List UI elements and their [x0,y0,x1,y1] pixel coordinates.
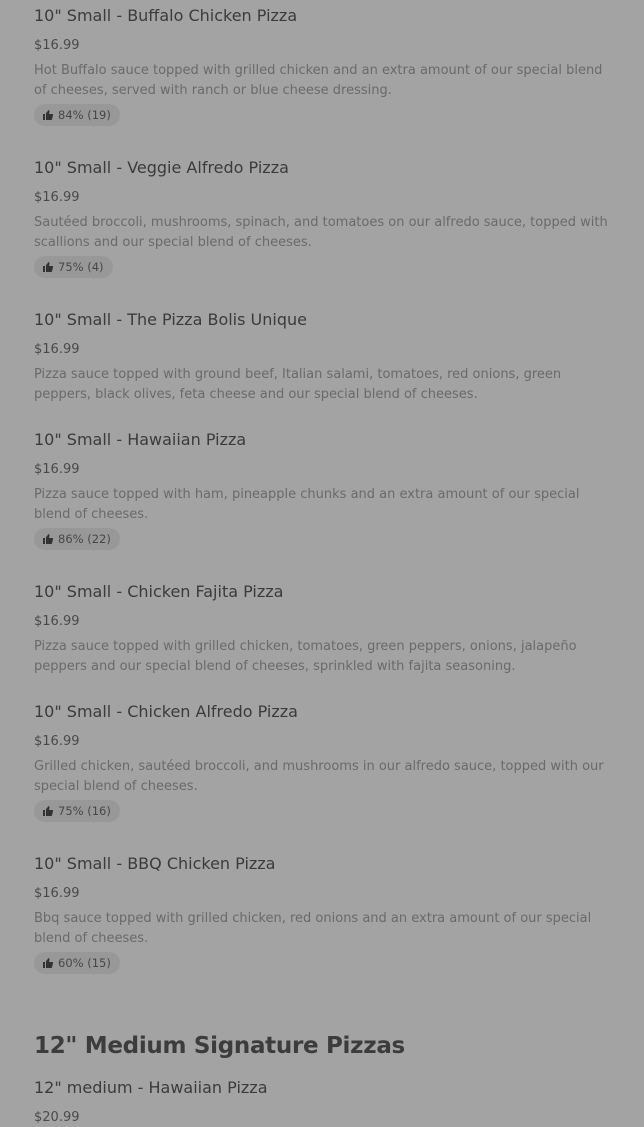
thumbs-up-icon [43,262,54,272]
item-description: Bbq sauce topped with grilled chicken, r… [34,911,592,946]
item-price: $16.99 [34,734,80,749]
item-name: 12" medium - Hawaiian Pizza [34,1078,268,1097]
item-description: Pizza sauce topped with grilled chicken,… [34,639,577,674]
item-price: $16.99 [34,886,80,901]
item-price: $16.99 [34,190,80,205]
rating-text: 86% (22) [58,532,111,546]
item-price: $16.99 [34,38,80,53]
item-name: 10" Small - The Pizza Bolis Unique [34,310,307,329]
rating-badge: 60% (15) [34,952,120,974]
item-name: 10" Small - Veggie Alfredo Pizza [34,158,289,177]
item-description: Hot Buffalo sauce topped with grilled ch… [34,63,603,98]
item-name: 10" Small - Chicken Fajita Pizza [34,582,284,601]
rating-badge: 84% (19) [34,104,120,126]
item-name: 10" Small - Hawaiian Pizza [34,430,247,449]
rating-text: 84% (19) [58,108,111,122]
thumbs-up-icon [43,110,54,120]
rating-text: 60% (15) [58,956,111,970]
item-price: $16.99 [34,614,80,629]
item-description: Pizza sauce topped with ham, pineapple c… [34,487,580,522]
section-heading: 12" Medium Signature Pizzas [34,1033,405,1059]
item-description: Sautéed broccoli, mushrooms, spinach, an… [34,215,608,250]
rating-text: 75% (16) [58,804,111,818]
item-description: Pizza sauce topped with ground beef, Ita… [34,367,562,402]
rating-badge: 75% (4) [34,256,113,278]
rating-text: 75% (4) [58,260,104,274]
item-name: 10" Small - Chicken Alfredo Pizza [34,702,298,721]
thumbs-up-icon [43,806,54,816]
item-price: $16.99 [34,462,80,477]
item-description: Grilled chicken, sautéed broccoli, and m… [34,759,604,794]
thumbs-up-icon [43,534,54,544]
item-price: $16.99 [34,342,80,357]
item-name: 10" Small - BBQ Chicken Pizza [34,854,276,873]
item-name: 10" Small - Buffalo Chicken Pizza [34,6,298,25]
rating-badge: 86% (22) [34,528,120,550]
rating-badge: 75% (16) [34,800,120,822]
item-price: $20.99 [34,1110,80,1125]
thumbs-up-icon [43,958,54,968]
